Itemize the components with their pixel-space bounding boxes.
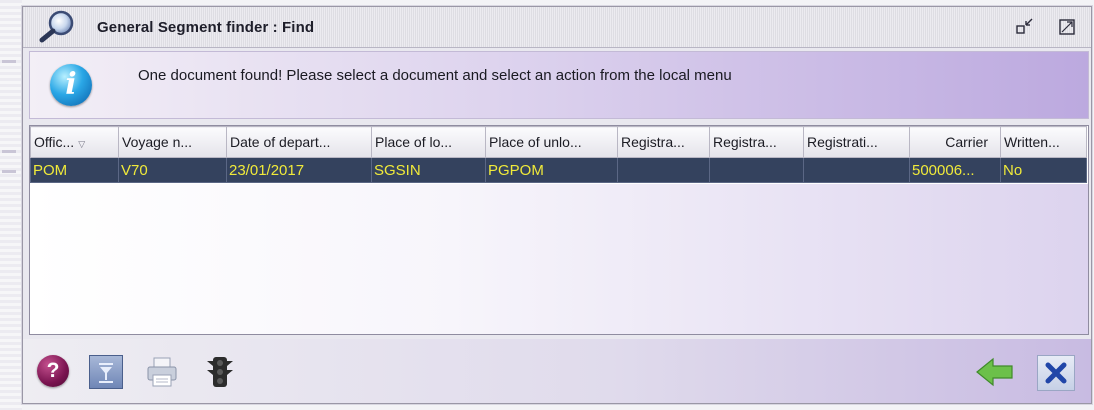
column-header-registration-1[interactable]: Registra... — [617, 126, 710, 158]
message-panel: i One document found! Please select a do… — [29, 51, 1089, 119]
cell-registration-3[interactable] — [803, 157, 910, 183]
column-header-place-loading[interactable]: Place of lo... — [371, 126, 486, 158]
results-grid: Offic... ▽ Voyage n... Date of depart... … — [30, 126, 1087, 183]
column-header-date-departure[interactable]: Date of depart... — [226, 126, 372, 158]
table-empty-area — [30, 184, 1088, 334]
column-header-place-unloading[interactable]: Place of unlo... — [485, 126, 618, 158]
column-header-written[interactable]: Written... — [1000, 126, 1087, 158]
table-row[interactable]: POM V70 23/01/2017 SGSIN PGPOM 500006...… — [30, 157, 1087, 183]
title-bar[interactable]: General Segment finder : Find — [23, 7, 1091, 48]
close-icon[interactable] — [1037, 355, 1075, 391]
cell-voyage[interactable]: V70 — [118, 157, 227, 183]
maximize-icon[interactable] — [1057, 17, 1077, 37]
column-header-carrier[interactable]: Carrier — [909, 126, 1001, 158]
filter-icon[interactable] — [89, 355, 123, 389]
window-title: General Segment finder : Find — [97, 19, 315, 36]
column-header-registration-3[interactable]: Registrati... — [803, 126, 910, 158]
cell-place-unloading[interactable]: PGPOM — [485, 157, 618, 183]
bg-tick — [2, 150, 16, 153]
cell-registration-2[interactable] — [709, 157, 804, 183]
cell-office[interactable]: POM — [30, 157, 119, 183]
column-header-label: Offic... — [34, 134, 75, 150]
column-header-voyage[interactable]: Voyage n... — [118, 126, 227, 158]
traffic-light-icon[interactable] — [203, 355, 237, 389]
cell-registration-1[interactable] — [617, 157, 710, 183]
cell-date-departure[interactable]: 23/01/2017 — [226, 157, 372, 183]
back-arrow-icon[interactable] — [975, 355, 1015, 389]
magnifier-icon — [37, 9, 81, 43]
help-icon[interactable]: ? — [37, 355, 69, 387]
info-icon: i — [50, 64, 92, 106]
restore-icon[interactable] — [1015, 17, 1035, 37]
column-header-office[interactable]: Offic... ▽ — [30, 126, 119, 158]
background-strip — [0, 0, 22, 410]
printer-icon[interactable] — [145, 355, 179, 389]
cell-place-loading[interactable]: SGSIN — [371, 157, 486, 183]
sort-indicator-icon: ▽ — [78, 139, 86, 149]
cell-carrier[interactable]: 500006... — [909, 157, 1001, 183]
results-table: Offic... ▽ Voyage n... Date of depart... … — [29, 125, 1089, 335]
status-message: One document found! Please select a docu… — [138, 67, 732, 84]
segment-finder-window: General Segment finder : Find i One docu… — [22, 6, 1092, 404]
column-header-registration-2[interactable]: Registra... — [709, 126, 804, 158]
bg-tick — [2, 170, 16, 173]
action-toolbar: ? — [23, 339, 1091, 403]
bg-tick — [2, 60, 16, 63]
cell-written[interactable]: No — [1000, 157, 1087, 183]
table-header-row: Offic... ▽ Voyage n... Date of depart... … — [30, 126, 1087, 158]
